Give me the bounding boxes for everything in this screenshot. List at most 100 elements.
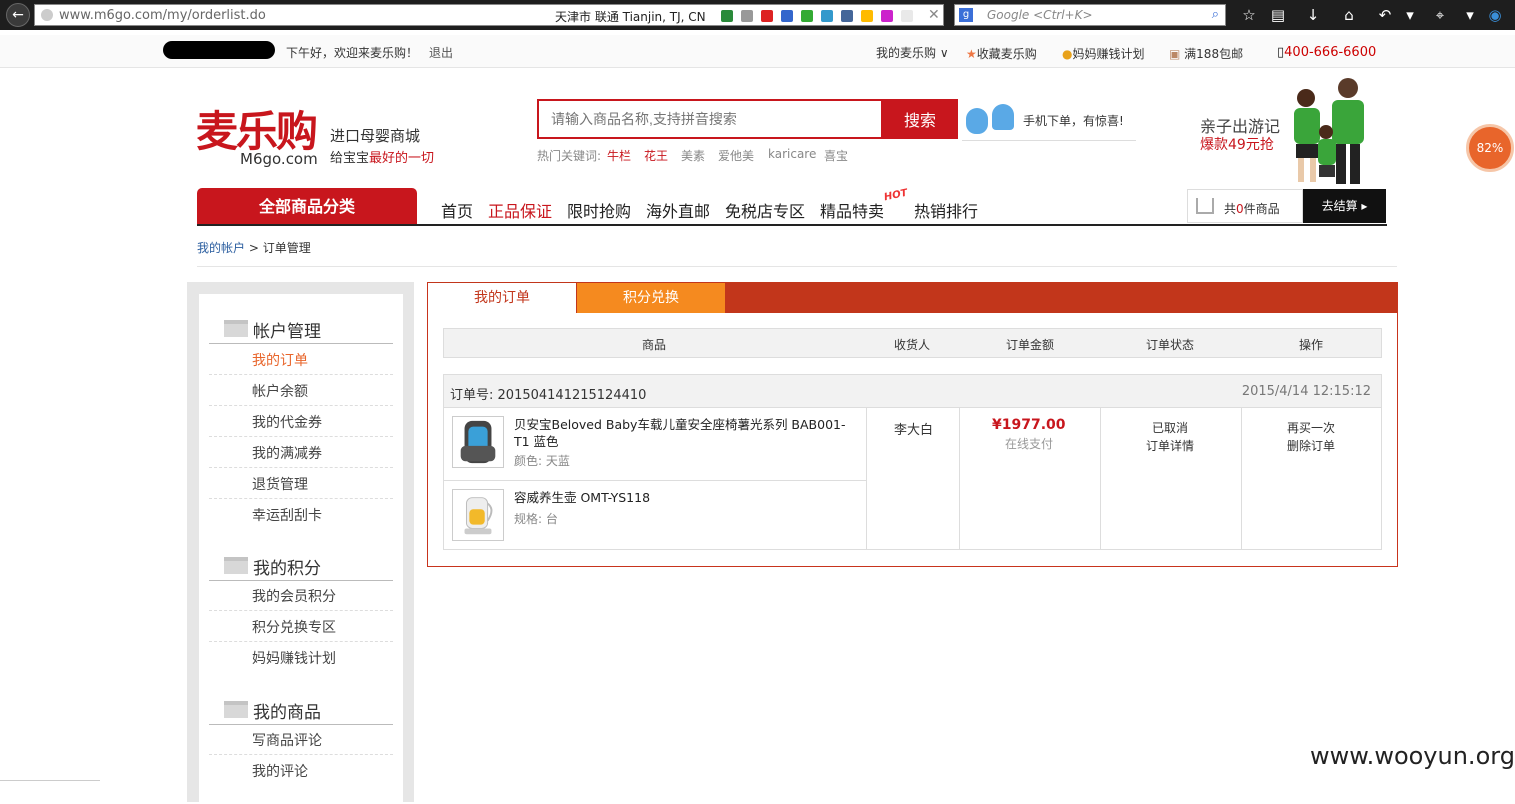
all-categories-button[interactable]: 全部商品分类	[197, 188, 417, 225]
tab-my-orders[interactable]: 我的订单	[428, 283, 576, 313]
hot-keyword[interactable]: karicare	[768, 147, 816, 161]
back-arrow-icon[interactable]: ←	[6, 3, 30, 27]
free-shipping-link[interactable]: ▣ 满188包邮	[1169, 45, 1243, 62]
hot-keyword[interactable]: 美素	[681, 147, 705, 164]
sidebar-item-points-exchange[interactable]: 积分兑换专区	[252, 617, 336, 637]
dropdown-icon[interactable]	[901, 10, 913, 22]
search-button[interactable]: 搜索	[882, 99, 958, 139]
sidebar-item-write-review[interactable]: 写商品评论	[252, 730, 322, 750]
clipboard-icon[interactable]: ▤	[1268, 5, 1288, 25]
extension-icon[interactable]	[821, 10, 833, 22]
site-topbar: 下午好，欢迎来麦乐购！ 退出 我的麦乐购 ∨ ★收藏麦乐购 ●妈妈赚钱计划 ▣ …	[0, 35, 1515, 68]
divider	[0, 780, 100, 781]
nav-special-sale[interactable]: 精品特卖	[820, 198, 884, 222]
hot-keyword[interactable]: 爱他美	[718, 147, 754, 164]
site-logo[interactable]: 麦乐购	[196, 108, 318, 156]
cart-summary: 共0件商品	[1224, 200, 1280, 217]
nav-flash-sale[interactable]: 限时抢购	[567, 198, 631, 222]
divider	[209, 754, 393, 755]
mobile-app-promo[interactable]: 手机下单，有惊喜!	[1023, 112, 1124, 129]
checkout-button[interactable]: 去结算 ▸	[1303, 189, 1386, 223]
sidebar-item-balance[interactable]: 帐户余额	[252, 381, 308, 401]
order-status: 已取消	[1152, 421, 1189, 435]
extension-icon[interactable]	[881, 10, 893, 22]
delete-order-link[interactable]: 删除订单	[1287, 437, 1335, 454]
hot-keyword[interactable]: 牛栏	[607, 147, 631, 164]
hot-keyword[interactable]: 喜宝	[824, 147, 848, 164]
nav-genuine[interactable]: 正品保证	[488, 198, 552, 222]
android-icon	[992, 104, 1014, 130]
breadcrumb-separator: >	[245, 241, 263, 255]
logout-link[interactable]: 退出	[429, 44, 453, 61]
sidebar-section-title: 帐户管理	[253, 322, 321, 342]
cart-prefix: 共	[1224, 202, 1237, 216]
folder-icon	[224, 557, 248, 574]
home-icon[interactable]: ⌂	[1339, 5, 1359, 25]
star-icon[interactable]: ☆	[1239, 5, 1259, 25]
sidebar-item-my-orders[interactable]: 我的订单	[252, 350, 308, 370]
sidebar-item-vouchers[interactable]: 我的代金券	[252, 412, 322, 432]
browser-search-box[interactable]: g Google <Ctrl+K> ⌕	[954, 4, 1226, 26]
my-m6go-menu[interactable]: 我的麦乐购 ∨	[876, 44, 949, 61]
extension-icon[interactable]: ◉	[1485, 5, 1505, 25]
orders-table-header: 商品 收货人 订单金额 订单状态 操作	[443, 328, 1382, 358]
nav-bestsellers[interactable]: 热销排行	[914, 198, 978, 222]
chevron-down-icon[interactable]: ▾	[1400, 5, 1420, 25]
extension-icon[interactable]	[781, 10, 793, 22]
sidebar-item-discount-coupons[interactable]: 我的满减券	[252, 443, 322, 463]
iis-icon[interactable]	[841, 10, 853, 22]
download-icon[interactable]: ↓	[1303, 5, 1323, 25]
rebuy-link[interactable]: 再买一次	[1287, 419, 1335, 436]
hot-keyword[interactable]: 花王	[644, 147, 668, 164]
sidebar-item-scratch-card[interactable]: 幸运刮刮卡	[252, 505, 322, 525]
order-number: 订单号: 201504141215124410	[450, 384, 646, 403]
product-search-input[interactable]	[537, 99, 883, 139]
family-promo-image[interactable]	[1288, 76, 1388, 188]
mama-plan-link[interactable]: ●妈妈赚钱计划	[1062, 45, 1145, 62]
divider	[1241, 407, 1242, 549]
breadcrumb-account-link[interactable]: 我的帐户	[197, 241, 245, 255]
folder-icon	[224, 701, 248, 718]
free-shipping-label: 满188包邮	[1184, 47, 1244, 61]
crop-icon[interactable]: ⌖	[1430, 5, 1450, 25]
shield-icon[interactable]	[721, 10, 733, 22]
product-name-link[interactable]: 贝安宝Beloved Baby车载儿童安全座椅薯光系列 BAB001-T1 蓝色	[514, 416, 859, 450]
google-g-icon[interactable]	[801, 10, 813, 22]
address-bar[interactable]: www.m6go.com/my/orderlist.do 天津市 联通 Tian…	[34, 4, 944, 26]
product-attribute: 颜色: 天蓝	[514, 454, 570, 468]
slogan-prefix: 给宝宝	[330, 151, 370, 166]
undo-icon[interactable]: ↶	[1375, 5, 1395, 25]
close-icon[interactable]: ✕	[928, 7, 940, 23]
column-header-actions: 操作	[1299, 338, 1324, 352]
nav-overseas[interactable]: 海外直邮	[646, 198, 710, 222]
payment-type: 在线支付	[1005, 437, 1054, 451]
windows-icon[interactable]	[861, 10, 873, 22]
box-icon: ▣	[1169, 47, 1181, 61]
promo-subtitle[interactable]: 爆款49元抢	[1200, 134, 1274, 154]
chevron-down-icon[interactable]: ▾	[1460, 5, 1480, 25]
favorite-link[interactable]: ★收藏麦乐购	[966, 45, 1037, 62]
phone-number: 400-666-6600	[1284, 45, 1377, 60]
product-thumbnail-kettle[interactable]	[452, 489, 504, 541]
favorite-label: 收藏麦乐购	[976, 47, 1037, 61]
mini-cart[interactable]: 共0件商品	[1187, 189, 1303, 223]
product-thumbnail-car-seat[interactable]	[452, 416, 504, 468]
nav-duty-free[interactable]: 免税店专区	[725, 198, 805, 222]
sidebar-item-my-reviews[interactable]: 我的评论	[252, 761, 308, 781]
product-name-link[interactable]: 容威养生壶 OMT-YS118	[514, 489, 859, 506]
tab-points-exchange[interactable]: 积分兑换	[577, 283, 725, 313]
mobile-app-icons[interactable]	[966, 102, 1016, 134]
sidebar-item-returns[interactable]: 退货管理	[252, 474, 308, 494]
site-logo-domain: M6go.com	[240, 150, 318, 168]
sidebar-item-mama-plan[interactable]: 妈妈赚钱计划	[252, 648, 336, 668]
slogan-highlight: 最好的一切	[369, 151, 435, 166]
percent-badge[interactable]: 82%	[1466, 124, 1514, 172]
sidebar-item-member-points[interactable]: 我的会员积分	[252, 586, 336, 606]
order-number-label: 订单号:	[450, 388, 494, 403]
order-detail-link[interactable]: 订单详情	[1146, 437, 1194, 454]
qr-icon[interactable]	[741, 10, 753, 22]
nav-underline	[197, 224, 1387, 226]
column-header-product: 商品	[642, 338, 667, 352]
search-icon[interactable]: ⌕	[1212, 7, 1219, 22]
nav-home[interactable]: 首页	[441, 198, 473, 222]
